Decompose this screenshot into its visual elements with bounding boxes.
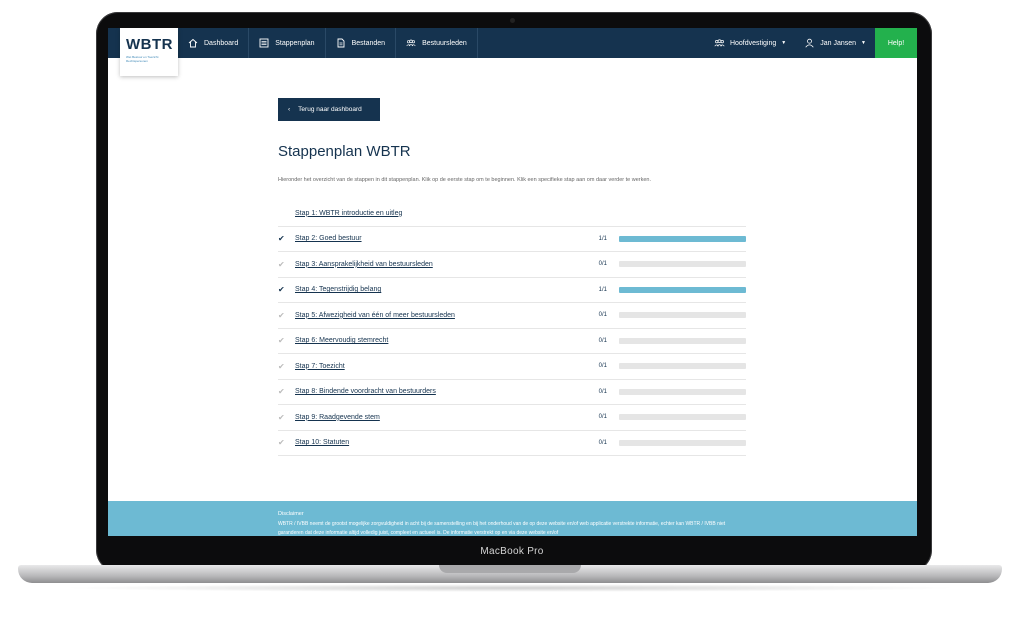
nav-label: Bestanden	[351, 39, 386, 47]
chevron-left-icon: ‹	[288, 106, 291, 113]
step-link[interactable]: Stap 8: Bindende voordracht van bestuurd…	[295, 388, 585, 395]
progress-bar-fill	[619, 235, 746, 242]
nav-stappenplan[interactable]: Stappenplan	[249, 28, 326, 58]
nav-label: Bestuursleden	[422, 39, 467, 47]
user-icon	[805, 38, 814, 48]
check-icon: ✔	[278, 387, 285, 397]
screen: Dashboard Stappenplan Bestanden Bestuurs…	[108, 28, 917, 536]
main-content: ‹ Terug naar dashboard Stappenplan WBTR …	[278, 98, 748, 456]
step-count: 0/1	[598, 312, 607, 319]
disclaimer-footer: Disclaimer WBTR / IVBB neemt de grootst …	[108, 501, 917, 536]
nav-bestuursleden[interactable]: Bestuursleden	[396, 28, 478, 58]
page-title: Stappenplan WBTR	[278, 143, 411, 160]
step-link[interactable]: Stap 7: Toezicht	[295, 363, 585, 370]
checklist-icon	[259, 38, 269, 48]
intro-text: Hieronder het overzicht van de stappen i…	[278, 177, 652, 183]
step-row: ✔ Stap 9: Raadgevende stem 0/1	[278, 405, 746, 431]
progress-bar	[619, 363, 746, 370]
home-icon	[188, 38, 198, 48]
camera	[510, 18, 515, 23]
logo[interactable]: WBTR Wet Bestuur en Toezicht Rechtsperso…	[120, 28, 178, 76]
step-row: ✔ Stap 2: Goed bestuur 1/1	[278, 227, 746, 252]
main-nav: Dashboard Stappenplan Bestanden Bestuurs…	[178, 28, 478, 58]
step-count: 1/1	[598, 235, 607, 242]
chevron-down-icon: ▼	[861, 40, 866, 46]
check-icon: ✔	[278, 234, 285, 244]
check-icon: ✔	[278, 336, 285, 346]
file-icon	[337, 38, 345, 48]
check-icon: ✔	[278, 310, 285, 320]
step-link[interactable]: Stap 5: Afwezigheid van één of meer best…	[295, 312, 585, 319]
nav-label: Stappenplan	[275, 39, 315, 47]
check-icon: ✔	[278, 438, 285, 448]
check-icon: ✔	[278, 285, 285, 295]
check-icon: ✔	[278, 259, 285, 269]
step-row: ✔ Stap 5: Afwezigheid van één of meer bes…	[278, 303, 746, 329]
step-count: 0/1	[598, 388, 607, 395]
nav-label: Dashboard	[204, 39, 239, 47]
nav-bestanden[interactable]: Bestanden	[326, 28, 397, 58]
step-count: 0/1	[598, 414, 607, 421]
back-label: Terug naar dashboard	[298, 106, 362, 113]
check-icon: ✔	[278, 361, 285, 371]
step-row: ✔ Stap 8: Bindende voordracht van bestuur…	[278, 380, 746, 405]
progress-bar	[619, 337, 746, 344]
nav-dashboard[interactable]: Dashboard	[178, 28, 250, 58]
progress-bar	[619, 388, 746, 395]
step-row: Stap 1: WBTR introductie en uitleg	[278, 201, 746, 227]
step-row: ✔ Stap 3: Aansprakelijkheid van bestuursl…	[278, 252, 746, 278]
footer-text: WBTR / IVBB neemt de grootst mogelijke z…	[278, 521, 726, 536]
progress-bar	[619, 286, 746, 293]
group-icon	[406, 39, 416, 47]
progress-bar	[619, 235, 746, 242]
step-count: 0/1	[598, 439, 607, 446]
step-count: 0/1	[598, 261, 607, 268]
laptop-notch	[439, 565, 581, 573]
location-label: Hoofdvestiging	[729, 39, 777, 47]
back-to-dashboard-button[interactable]: ‹ Terug naar dashboard	[278, 98, 380, 121]
progress-bar-fill	[619, 286, 746, 293]
step-link[interactable]: Stap 1: WBTR introductie en uitleg	[295, 210, 746, 217]
user-name: Jan Jansen	[820, 39, 857, 47]
logo-text: WBTR	[126, 36, 173, 53]
logo-subtitle: Wet Bestuur en Toezicht Rechtspersonen	[126, 55, 159, 63]
step-link[interactable]: Stap 10: Statuten	[295, 439, 585, 446]
help-label: Help!	[887, 39, 905, 47]
device-label: MacBook Pro	[480, 546, 544, 557]
check-icon: ✔	[278, 412, 285, 422]
user-dropdown[interactable]: Jan Jansen ▼	[795, 28, 875, 58]
help-button[interactable]: Help!	[875, 28, 917, 58]
step-count: 0/1	[598, 337, 607, 344]
user-nav: Hoofdvestiging ▼ Jan Jansen ▼ Help!	[705, 28, 917, 58]
laptop-shadow	[60, 584, 960, 592]
progress-bar	[619, 261, 746, 268]
group-icon	[714, 39, 725, 47]
footer-title: Disclaimer	[278, 511, 304, 517]
step-row: ✔ Stap 6: Meervoudig stemrecht 0/1	[278, 329, 746, 354]
step-count: 1/1	[598, 286, 607, 293]
chevron-down-icon: ▼	[781, 40, 787, 46]
step-link[interactable]: Stap 6: Meervoudig stemrecht	[295, 337, 585, 344]
top-navigation-bar: Dashboard Stappenplan Bestanden Bestuurs…	[108, 28, 917, 58]
step-count: 0/1	[598, 363, 607, 370]
step-row: ✔ Stap 7: Toezicht 0/1	[278, 354, 746, 380]
step-link[interactable]: Stap 3: Aansprakelijkheid van bestuursle…	[295, 261, 585, 268]
step-row: ✔ Stap 4: Tegenstrijdig belang 1/1	[278, 278, 746, 303]
progress-bar	[619, 414, 746, 421]
steps-list: Stap 1: WBTR introductie en uitleg ✔ Stap …	[278, 201, 746, 456]
step-link[interactable]: Stap 2: Goed bestuur	[295, 235, 585, 242]
step-link[interactable]: Stap 4: Tegenstrijdig belang	[295, 286, 585, 293]
step-link[interactable]: Stap 9: Raadgevende stem	[295, 414, 585, 421]
progress-bar	[619, 439, 746, 446]
step-row: ✔ Stap 10: Statuten 0/1	[278, 431, 746, 456]
location-dropdown[interactable]: Hoofdvestiging ▼	[705, 28, 795, 58]
progress-bar	[619, 312, 746, 319]
